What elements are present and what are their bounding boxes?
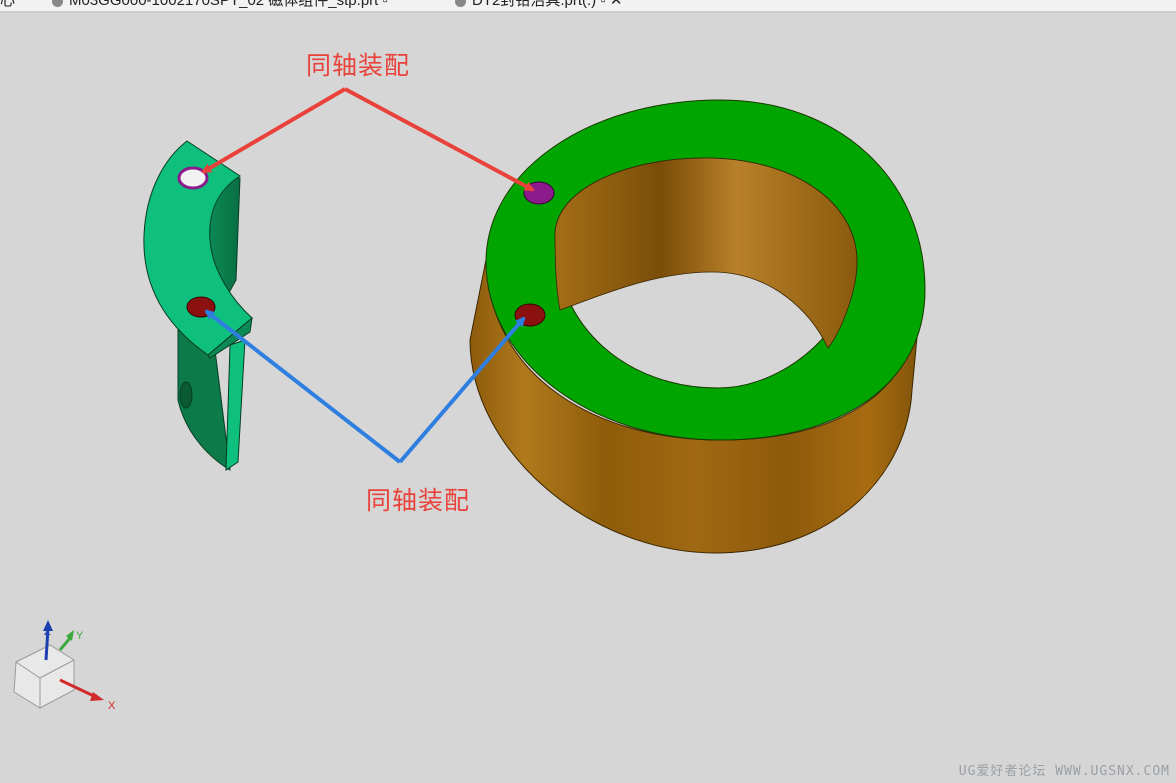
tab-lead-sealing-fixture[interactable]: DT2封铅治具.prt(.) ▫ ✕ <box>455 0 622 11</box>
triad-x-label: X <box>108 700 116 712</box>
part-file-icon <box>52 0 63 7</box>
tab-close-icon[interactable]: ▫ <box>383 0 388 9</box>
document-tab-bar: 心 M03GG000-1002170SPT_02 磁体组件_stp.prt ▫ … <box>0 0 1176 13</box>
callout-arrows-red <box>201 87 535 192</box>
triad-y-label: Y <box>76 630 84 642</box>
part-file-icon <box>455 0 466 7</box>
model-scene <box>13 87 926 709</box>
tab-magnet-assembly[interactable]: M03GG000-1002170SPT_02 磁体组件_stp.prt ▫ <box>52 0 388 10</box>
ring-hole-purple <box>523 181 555 205</box>
graphics-window[interactable]: 同轴装配 同轴装配 Z Y X UG爱好者论坛 WWW.UGSNX.COM <box>0 13 1176 783</box>
tab-label: M03GG000-1002170SPT_02 磁体组件_stp.prt <box>69 0 379 9</box>
ring-part[interactable] <box>469 99 926 554</box>
tab-label: DT2封铅治具.prt(.) <box>472 0 597 9</box>
triad-z-label: Z <box>44 626 51 638</box>
tab-label: 心 <box>0 0 16 9</box>
bracket-leg-side <box>225 339 246 471</box>
callout-label-top: 同轴装配 <box>306 51 411 80</box>
ring-inner-wall <box>554 157 858 349</box>
tab-close-icon[interactable]: ▫ ✕ <box>600 0 622 9</box>
tab-partial[interactable]: 心 <box>0 0 15 10</box>
triad-labels: Z Y X <box>44 626 116 712</box>
bracket-leg-hole <box>179 381 193 409</box>
watermark: UG爱好者论坛 WWW.UGSNX.COM <box>958 764 1170 779</box>
callout-label-bottom: 同轴装配 <box>366 486 471 515</box>
bracket-part[interactable] <box>143 140 253 471</box>
